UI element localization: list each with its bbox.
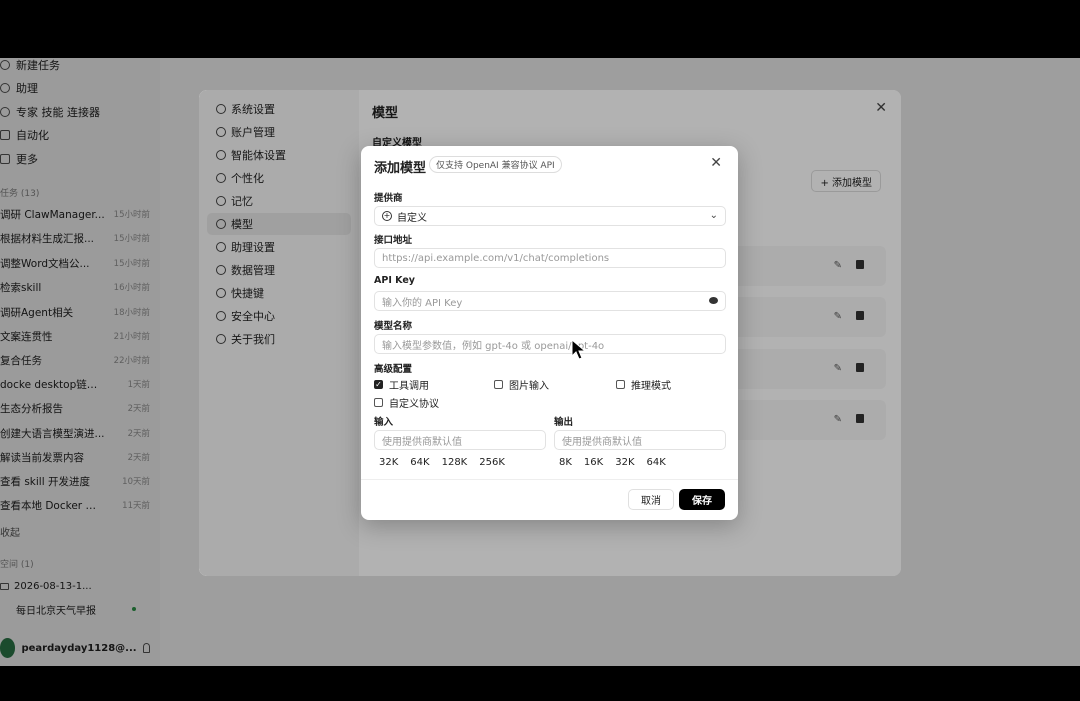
option-image-input[interactable]: 图片输入 bbox=[494, 377, 549, 392]
provider-select[interactable]: + 自定义 ⌄ bbox=[374, 206, 726, 226]
checkbox-checked[interactable]: ✓ bbox=[374, 379, 383, 389]
provider-label: 提供商 bbox=[374, 193, 403, 204]
preset-chip[interactable]: 64K bbox=[404, 455, 435, 469]
checkbox[interactable] bbox=[374, 397, 383, 407]
apikey-input[interactable]: 输入你的 API Key bbox=[374, 291, 726, 311]
mouse-cursor-icon bbox=[571, 339, 587, 360]
preset-chip[interactable]: 256K bbox=[473, 455, 511, 469]
input-tokens-label: 输入 bbox=[374, 417, 394, 428]
model-name-input[interactable]: 输入模型参数值，例如 gpt-4o 或 openai/gpt-4o bbox=[374, 334, 726, 354]
endpoint-label: 接口地址 bbox=[374, 235, 413, 246]
eye-icon[interactable] bbox=[709, 297, 718, 304]
output-tokens-input[interactable]: 使用提供商默认值 bbox=[554, 430, 726, 450]
option-custom-protocol[interactable]: 自定义协议 bbox=[374, 395, 439, 410]
input-tokens-input[interactable]: 使用提供商默认值 bbox=[374, 430, 546, 450]
checkbox[interactable] bbox=[494, 379, 503, 389]
checkbox[interactable] bbox=[616, 379, 625, 389]
plus-circle-icon: + bbox=[382, 211, 392, 221]
protocol-tag: 仅支持 OpenAI 兼容协议 API bbox=[429, 156, 562, 173]
divider bbox=[361, 479, 738, 480]
modal-title: 添加模型 bbox=[374, 161, 427, 176]
preset-chip[interactable]: 32K bbox=[609, 455, 640, 469]
preset-chip[interactable]: 16K bbox=[578, 455, 609, 469]
preset-chip[interactable]: 8K bbox=[553, 455, 578, 469]
option-reasoning[interactable]: 推理模式 bbox=[616, 377, 671, 392]
output-tokens-label: 输出 bbox=[554, 417, 574, 428]
chevron-down-icon: ⌄ bbox=[709, 210, 718, 221]
preset-chip[interactable]: 64K bbox=[641, 455, 672, 469]
endpoint-input[interactable]: https://api.example.com/v1/chat/completi… bbox=[374, 248, 726, 268]
preset-chip[interactable]: 128K bbox=[436, 455, 474, 469]
save-button[interactable]: 保存 bbox=[679, 489, 725, 510]
close-icon[interactable]: ✕ bbox=[710, 155, 722, 171]
apikey-label: API Key bbox=[374, 275, 415, 286]
preset-chip[interactable]: 32K bbox=[373, 455, 404, 469]
model-name-label: 模型名称 bbox=[374, 321, 413, 332]
input-presets: 32K 64K 128K 256K bbox=[373, 455, 511, 469]
output-presets: 8K 16K 32K 64K bbox=[553, 455, 672, 469]
advanced-label: 高级配置 bbox=[374, 364, 413, 375]
add-model-modal: 添加模型 仅支持 OpenAI 兼容协议 API ✕ 提供商 + 自定义 ⌄ 接… bbox=[361, 146, 738, 520]
cancel-button[interactable]: 取消 bbox=[628, 489, 674, 510]
option-tool-calling[interactable]: ✓ 工具调用 bbox=[374, 377, 429, 392]
